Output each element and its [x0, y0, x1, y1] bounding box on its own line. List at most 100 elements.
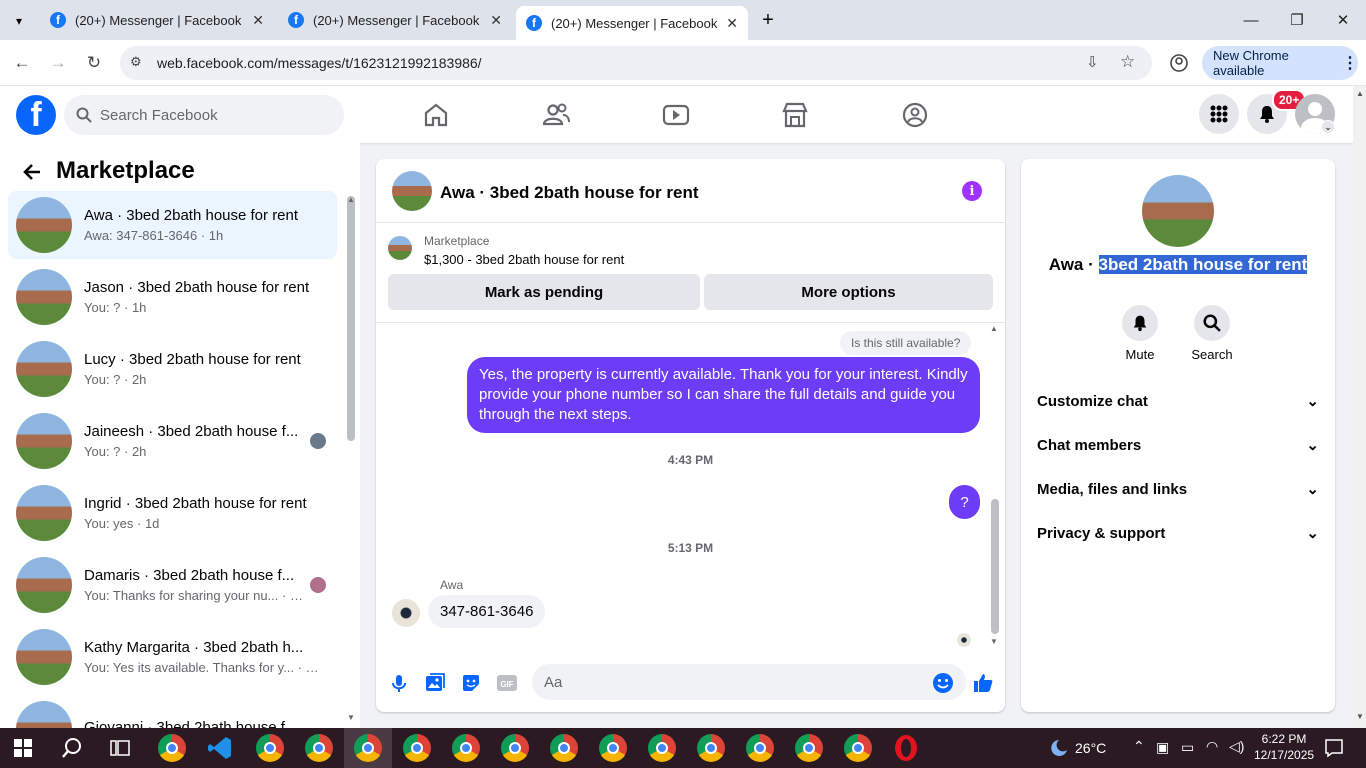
chrome-taskbar-icon[interactable]: [550, 734, 578, 762]
reload-icon[interactable]: ↻: [81, 50, 107, 76]
chat-scrollbar[interactable]: [991, 499, 999, 634]
scroll-down-icon[interactable]: ▼: [990, 637, 998, 646]
microphone-icon[interactable]: [388, 672, 410, 694]
facebook-search-input[interactable]: Search Facebook: [64, 95, 344, 135]
back-arrow-icon[interactable]: [22, 163, 42, 181]
conversation-item[interactable]: Lucy · 3bed 2bath house for rent You: ? ·…: [8, 335, 337, 403]
conversation-item[interactable]: Kathy Margarita · 3bed 2bath h... You: Ye…: [8, 623, 337, 691]
chrome-taskbar-icon[interactable]: [452, 734, 480, 762]
sticker-icon[interactable]: [460, 672, 482, 694]
chat-title[interactable]: Awa · 3bed 2bath house for rent: [440, 183, 699, 203]
chrome-taskbar-icon[interactable]: [256, 734, 284, 762]
home-icon[interactable]: [421, 100, 451, 130]
listing-photo[interactable]: [1142, 175, 1214, 247]
conversation-item[interactable]: Ingrid · 3bed 2bath house for rent You: y…: [8, 479, 337, 547]
weather-widget[interactable]: 26°C: [1045, 738, 1106, 758]
volume-icon[interactable]: ◁): [1229, 738, 1244, 755]
menu-dots-icon[interactable]: ⋮: [1342, 53, 1358, 73]
minimize-icon[interactable]: —: [1228, 0, 1274, 40]
conversation-item[interactable]: Jason · 3bed 2bath house for rent You: ? …: [8, 263, 337, 331]
groups-icon[interactable]: [900, 100, 930, 130]
message-input[interactable]: Aa: [532, 664, 966, 700]
install-app-icon[interactable]: ⇩: [1086, 53, 1099, 71]
scroll-down-icon[interactable]: ▼: [1356, 712, 1364, 721]
conversation-list-scrollbar[interactable]: [347, 196, 355, 441]
incoming-message-bubble[interactable]: 347-861-3646: [428, 595, 546, 628]
chrome-taskbar-icon[interactable]: [746, 734, 774, 762]
conversation-item[interactable]: Awa · 3bed 2bath house for rent Awa: 347-…: [8, 191, 337, 259]
browser-tab[interactable]: f (20+) Messenger | Facebook ✕: [40, 0, 274, 40]
bookmark-star-icon[interactable]: ☆: [1120, 52, 1135, 72]
outgoing-message-bubble[interactable]: ?: [949, 485, 980, 519]
restore-icon[interactable]: ❐: [1274, 0, 1320, 40]
chat-members-section[interactable]: Chat members ⌄: [1037, 436, 1319, 455]
browser-tab-active[interactable]: f (20+) Messenger | Facebook ✕: [516, 6, 748, 40]
close-tab-icon[interactable]: ✕: [252, 12, 264, 29]
task-view-icon[interactable]: [110, 739, 130, 757]
thumbs-up-icon[interactable]: [972, 672, 994, 694]
close-tab-icon[interactable]: ✕: [490, 12, 502, 29]
network-icon[interactable]: ▣: [1156, 739, 1169, 756]
show-hidden-icons-chevron-icon[interactable]: ⌃: [1133, 738, 1145, 755]
chat-listing-thumbnail[interactable]: [392, 171, 432, 211]
gif-icon[interactable]: GIF: [496, 672, 518, 694]
chrome-taskbar-icon[interactable]: [158, 734, 186, 762]
back-icon[interactable]: ←: [9, 50, 35, 76]
conversation-item[interactable]: Giovanni · 3bed 2bath house f...: [8, 695, 337, 728]
replied-message-quote[interactable]: Is this still available?: [840, 331, 972, 355]
site-settings-icon[interactable]: ⚙: [130, 54, 142, 70]
vscode-taskbar-icon[interactable]: [207, 735, 233, 761]
chrome-taskbar-icon[interactable]: [697, 734, 725, 762]
page-scrollbar[interactable]: ▲ ▼: [1353, 86, 1366, 728]
chrome-taskbar-icon[interactable]: [844, 734, 872, 762]
notification-center-icon[interactable]: [1324, 738, 1344, 758]
browser-tab[interactable]: f (20+) Messenger | Facebook ✕: [278, 0, 512, 40]
chrome-taskbar-icon[interactable]: [501, 734, 529, 762]
new-tab-icon[interactable]: +: [756, 8, 780, 32]
chrome-taskbar-icon[interactable]: [648, 734, 676, 762]
menu-grid-button[interactable]: [1199, 94, 1239, 134]
scroll-up-icon[interactable]: ▲: [347, 195, 355, 204]
info-icon[interactable]: i: [962, 181, 982, 201]
privacy-support-section[interactable]: Privacy & support ⌄: [1037, 524, 1319, 543]
battery-icon[interactable]: ▭: [1181, 739, 1194, 756]
facebook-logo-icon[interactable]: f: [16, 95, 56, 135]
media-files-links-section[interactable]: Media, files and links ⌄: [1037, 480, 1319, 499]
search-conversation-button[interactable]: Search: [1182, 305, 1242, 362]
chrome-taskbar-icon[interactable]: [599, 734, 627, 762]
conversation-item[interactable]: Jaineesh · 3bed 2bath house f... You: ? ·…: [8, 407, 337, 475]
marketplace-icon[interactable]: [780, 100, 810, 130]
forward-icon[interactable]: →: [45, 50, 71, 76]
conversation-item[interactable]: Damaris · 3bed 2bath house f... You: Than…: [8, 551, 337, 619]
attach-photo-icon[interactable]: [424, 672, 446, 694]
more-options-button[interactable]: More options: [704, 274, 993, 310]
windows-start-icon[interactable]: [14, 739, 32, 757]
new-chrome-button[interactable]: New Chrome available ⋮: [1202, 46, 1358, 80]
sender-avatar[interactable]: [392, 599, 420, 627]
customize-chat-section[interactable]: Customize chat ⌄: [1037, 392, 1319, 411]
close-tab-icon[interactable]: ✕: [726, 15, 738, 32]
address-bar[interactable]: ⚙ web.facebook.com/messages/t/1623121992…: [120, 46, 1152, 80]
scroll-up-icon[interactable]: ▲: [1356, 89, 1364, 98]
profile-icon[interactable]: [1166, 50, 1192, 76]
chrome-taskbar-icon[interactable]: [305, 734, 333, 762]
scroll-up-icon[interactable]: ▲: [990, 324, 998, 333]
system-clock[interactable]: 6:22 PM 12/17/2025: [1254, 731, 1314, 763]
chrome-taskbar-icon[interactable]: [403, 734, 431, 762]
friends-icon[interactable]: [541, 100, 571, 130]
taskbar-search-icon[interactable]: [61, 737, 83, 759]
opera-taskbar-icon[interactable]: [893, 734, 919, 762]
url-text[interactable]: web.facebook.com/messages/t/162312199218…: [157, 55, 482, 71]
listing-thumbnail[interactable]: [388, 236, 412, 260]
wifi-icon[interactable]: ◠: [1206, 738, 1218, 755]
watch-video-icon[interactable]: [661, 100, 691, 130]
chrome-taskbar-icon[interactable]: [795, 734, 823, 762]
outgoing-message-bubble[interactable]: Yes, the property is currently available…: [467, 357, 980, 433]
mark-as-pending-button[interactable]: Mark as pending: [388, 274, 700, 310]
close-window-icon[interactable]: ✕: [1320, 0, 1366, 40]
mute-button[interactable]: Mute: [1110, 305, 1170, 362]
listing-price-title[interactable]: $1,300 - 3bed 2bath house for rent: [424, 252, 624, 267]
scroll-down-icon[interactable]: ▼: [347, 713, 355, 722]
chevron-down-icon[interactable]: ⌄: [1321, 120, 1335, 134]
emoji-icon[interactable]: [932, 672, 954, 694]
